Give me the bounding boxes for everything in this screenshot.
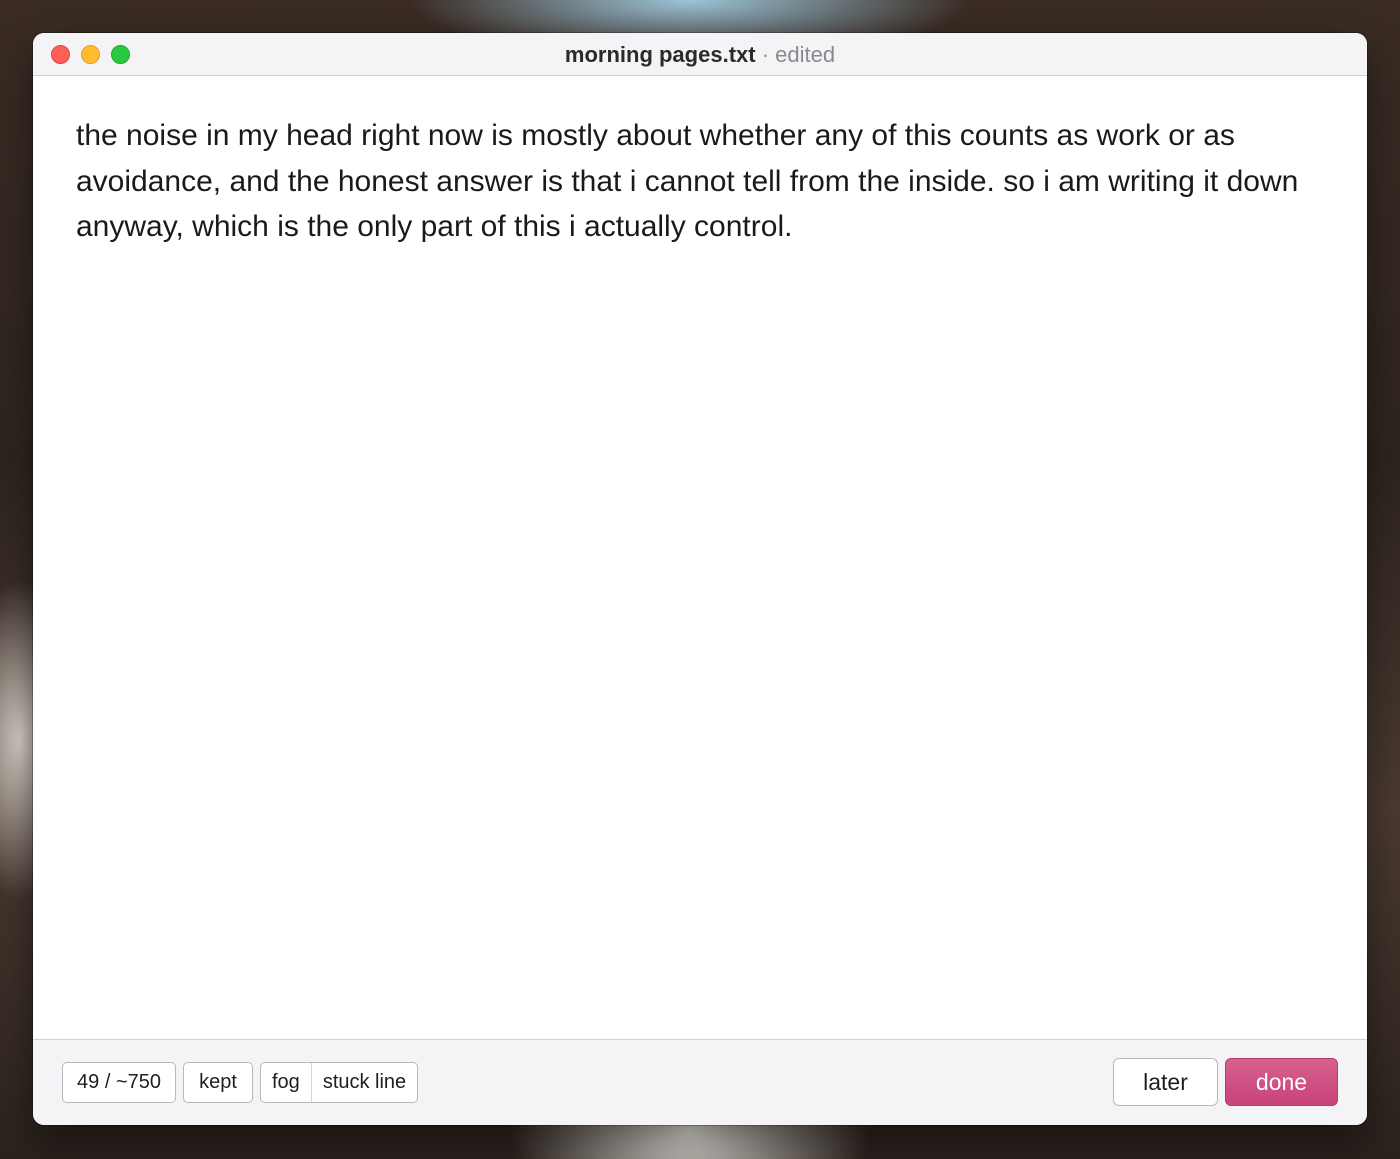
title-bar[interactable]: morning pages.txt · edited (33, 33, 1367, 76)
tag-segmented-control: fog stuck line (260, 1062, 419, 1103)
document-filename: morning pages.txt (564, 42, 756, 67)
later-button[interactable]: later (1113, 1058, 1218, 1106)
title-separator: · (761, 42, 770, 67)
word-count-badge: 49 / ~750 (62, 1062, 176, 1103)
tag-stuck-line[interactable]: stuck line (310, 1063, 417, 1102)
tag-fog[interactable]: fog (261, 1063, 311, 1102)
document-status: edited (775, 42, 836, 67)
done-button[interactable]: done (1225, 1058, 1338, 1106)
editor-window: morning pages.txt · edited the noise in … (33, 33, 1367, 1125)
text-editor[interactable]: the noise in my head right now is mostly… (33, 76, 1367, 1039)
window-title: morning pages.txt · edited (33, 33, 1367, 75)
editor-body-text[interactable]: the noise in my head right now is mostly… (76, 113, 1326, 250)
bottom-toolbar: 49 / ~750 kept fog stuck line later done (33, 1039, 1367, 1125)
kept-button[interactable]: kept (183, 1062, 253, 1103)
